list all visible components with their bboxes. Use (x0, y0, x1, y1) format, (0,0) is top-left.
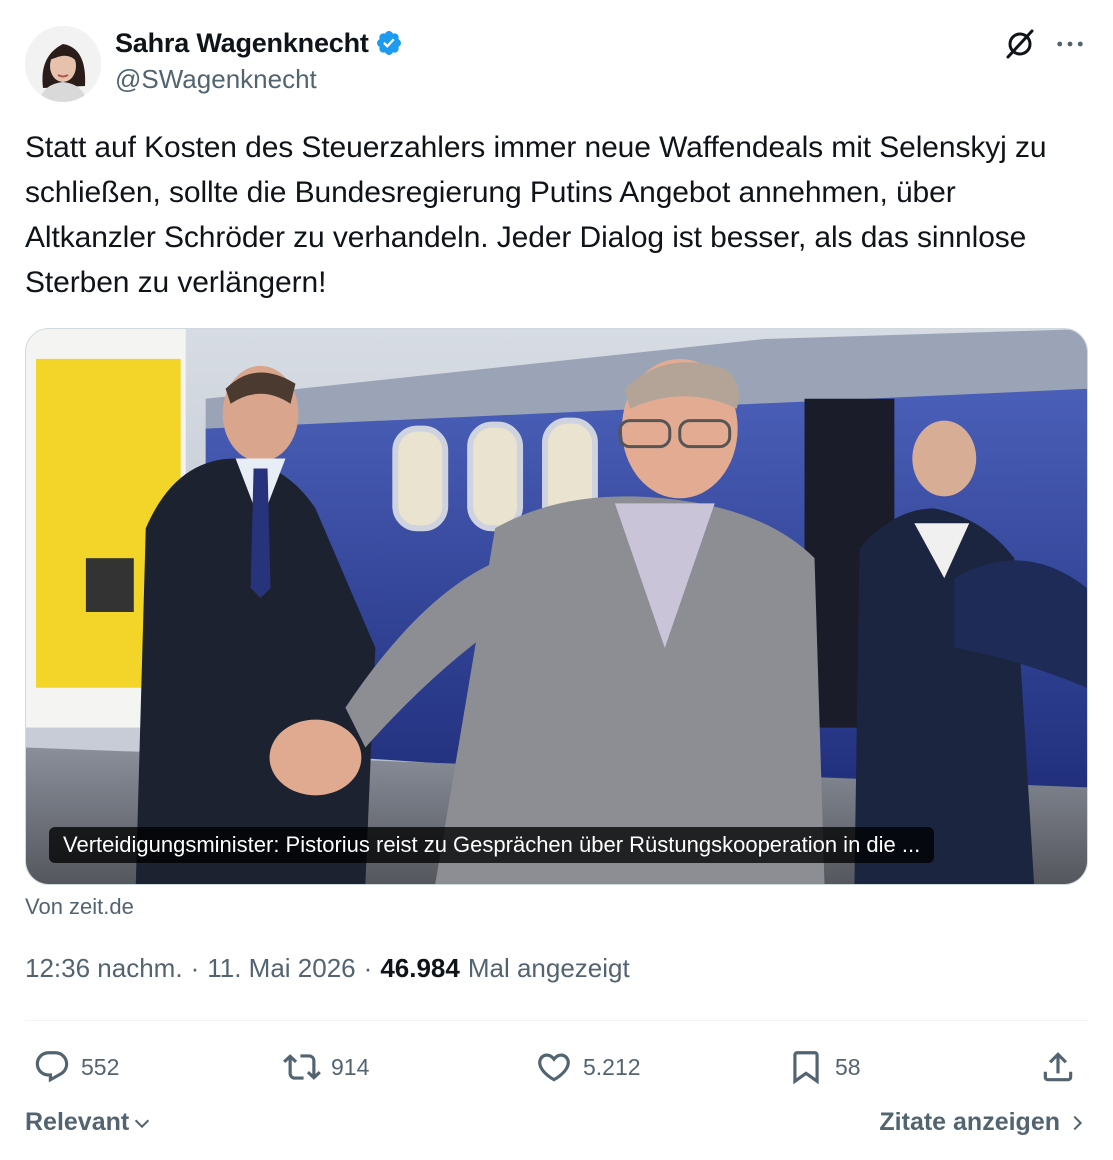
link-source[interactable]: Von zeit.de (25, 894, 134, 920)
reply-count: 552 (81, 1053, 120, 1080)
bookmark-icon (793, 1051, 819, 1085)
reply-button[interactable]: 552 (33, 1044, 119, 1090)
meta-separator: · (190, 953, 200, 983)
repost-count: 914 (331, 1053, 370, 1080)
quotes-label: Zitate anzeigen (879, 1108, 1060, 1136)
divider (25, 1020, 1088, 1021)
reply-icon (35, 1051, 69, 1083)
view-count: 46.984 (380, 953, 460, 983)
link-card-image (26, 329, 1087, 884)
repost-icon (283, 1054, 321, 1080)
like-count: 5.212 (583, 1053, 641, 1080)
repost-button[interactable]: 914 (283, 1044, 369, 1090)
replies-footer: Relevant Zitate anzeigen (25, 1108, 1088, 1148)
chevron-down-icon (135, 1119, 150, 1128)
tweet-date[interactable]: 11. Mai 2026 (207, 953, 355, 984)
tweet-meta: 12:36 nachm. · 11. Mai 2026 · 46.984 Mal… (25, 953, 630, 984)
tweet-text: Statt auf Kosten des Steuerzahlers immer… (25, 131, 1047, 299)
view-count-label: Mal angezeigt (467, 953, 630, 983)
sort-label: Relevant (25, 1108, 130, 1136)
more-button[interactable] (1052, 26, 1088, 62)
link-card[interactable]: Verteidigungsminister: Pistorius reist z… (25, 328, 1088, 885)
share-icon (1043, 1052, 1073, 1082)
more-icon (1057, 41, 1083, 47)
view-quotes-link[interactable]: Zitate anzeigen (879, 1108, 1088, 1137)
handle[interactable]: @SWagenknecht (115, 64, 403, 95)
avatar[interactable] (25, 26, 101, 102)
tweet-header: Sahra Wagenknecht @SWagenknecht (25, 24, 1088, 102)
heart-icon (538, 1053, 570, 1082)
display-name[interactable]: Sahra Wagenknecht (115, 28, 369, 59)
share-button[interactable] (1039, 1044, 1077, 1090)
tweet-time[interactable]: 12:36 nachm. (25, 953, 183, 984)
sort-dropdown[interactable]: Relevant (25, 1108, 153, 1137)
author-block: Sahra Wagenknecht @SWagenknecht (115, 26, 403, 95)
grok-button[interactable] (1002, 26, 1038, 62)
bookmark-count: 58 (835, 1053, 861, 1080)
verified-badge-icon[interactable] (375, 29, 403, 57)
meta-separator: · (363, 953, 373, 983)
like-button[interactable]: 5.212 (535, 1044, 641, 1090)
action-bar: 552 914 5.212 58 (25, 1044, 1088, 1090)
chevron-right-icon (1073, 1115, 1083, 1130)
grok-icon (1006, 29, 1034, 59)
bookmark-button[interactable]: 58 (787, 1044, 861, 1090)
link-card-caption: Verteidigungsminister: Pistorius reist z… (49, 827, 935, 863)
